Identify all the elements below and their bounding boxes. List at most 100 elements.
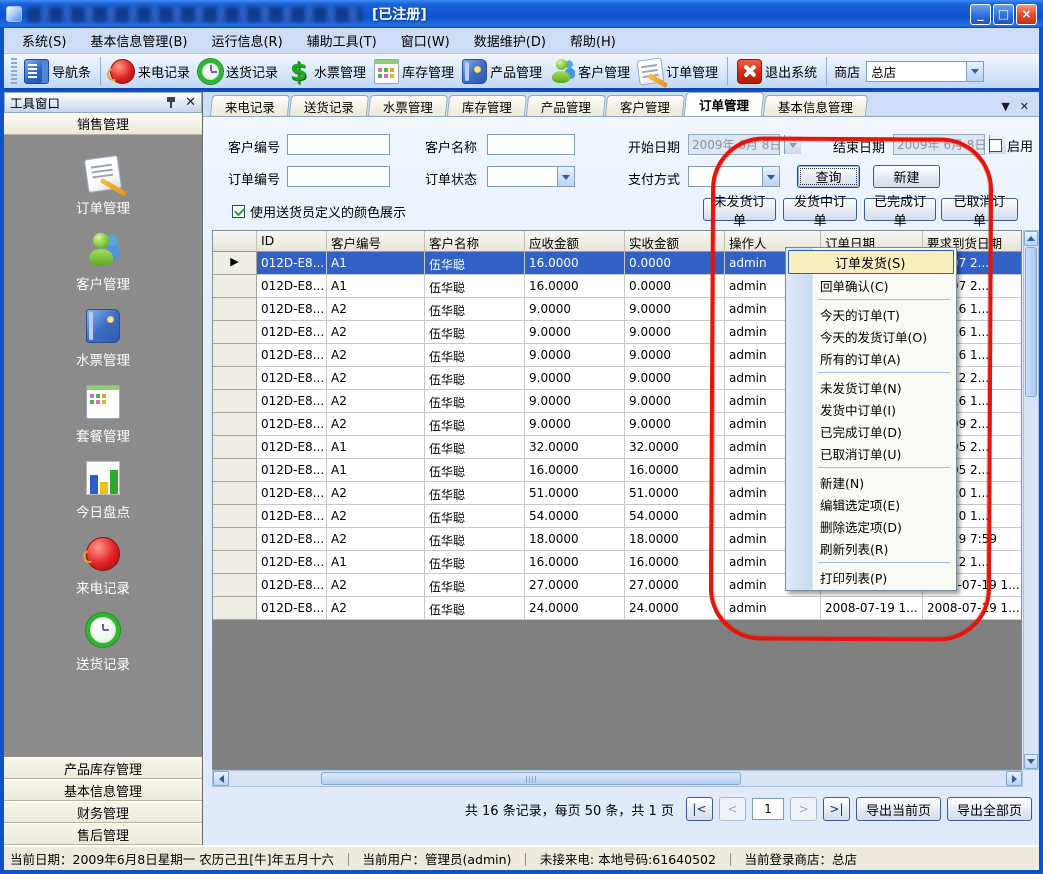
new-button[interactable]: 新建: [873, 165, 940, 188]
close-button[interactable]: ×: [1016, 4, 1037, 25]
toolbar-button-delivery-records[interactable]: 送货记录: [194, 57, 282, 86]
status-filter-button-3[interactable]: 已完成订单: [864, 198, 936, 221]
row-header-cell[interactable]: [213, 505, 257, 528]
column-header[interactable]: 客户编号: [327, 231, 425, 252]
sidebar-item-套餐管理[interactable]: 套餐管理: [76, 385, 130, 445]
toolbar-button-call-records[interactable]: 来电记录: [106, 57, 194, 86]
maximize-button[interactable]: □: [993, 4, 1014, 25]
context-menu-item[interactable]: 新建(N): [786, 471, 956, 493]
tab-6[interactable]: 客户管理: [605, 95, 685, 116]
sidebar-section-基本信息管理[interactable]: 基本信息管理: [4, 779, 202, 801]
customer-no-input[interactable]: [287, 134, 390, 155]
toolbar-button-water-ticket[interactable]: $水票管理: [282, 57, 370, 86]
status-filter-button-2[interactable]: 发货中订单: [783, 198, 857, 221]
menubar-item[interactable]: 辅助工具(T): [295, 27, 389, 54]
row-header-cell[interactable]: [213, 321, 257, 344]
next-page-button[interactable]: >: [790, 797, 817, 821]
context-menu-item[interactable]: 未发货订单(N): [786, 376, 956, 398]
sidebar-item-送货记录[interactable]: 送货记录: [76, 613, 130, 673]
order-no-input[interactable]: [287, 166, 390, 187]
menubar-item[interactable]: 窗口(W): [389, 27, 462, 54]
minimize-button[interactable]: _: [970, 4, 991, 25]
menubar-item[interactable]: 数据维护(D): [462, 27, 558, 54]
sidebar-item-订单管理[interactable]: 订单管理: [76, 157, 130, 217]
sidebar-item-客户管理[interactable]: 客户管理: [76, 233, 130, 293]
vertical-scroll-thumb[interactable]: [1025, 247, 1037, 397]
column-header[interactable]: ID: [257, 231, 327, 252]
menubar-item[interactable]: 帮助(H): [558, 27, 628, 54]
row-header-cell[interactable]: [213, 413, 257, 436]
row-header-cell[interactable]: ▶: [213, 252, 257, 275]
tab-3[interactable]: 水票管理: [368, 95, 448, 116]
sidebar-section-sales[interactable]: 销售管理: [4, 113, 202, 135]
menubar-item[interactable]: 运行信息(R): [199, 27, 294, 54]
table-row[interactable]: 012D-E8...A2伍华聪24.000024.0000admin2008-0…: [213, 597, 1021, 620]
row-header-cell[interactable]: [213, 482, 257, 505]
row-header-cell[interactable]: [213, 528, 257, 551]
toolbar-button-customer[interactable]: 客户管理: [546, 57, 634, 86]
query-button[interactable]: 查询: [797, 165, 860, 188]
toolbar-button-exit-system[interactable]: 退出系统: [733, 57, 821, 86]
sidebar-close-icon[interactable]: ✕: [185, 96, 196, 109]
tab-close-icon[interactable]: ✕: [1020, 101, 1029, 112]
menubar-item[interactable]: 系统(S): [10, 27, 78, 54]
tab-1[interactable]: 来电记录: [210, 95, 290, 116]
row-header-cell[interactable]: [213, 275, 257, 298]
vertical-scrollbar[interactable]: [1023, 230, 1039, 770]
context-menu-item[interactable]: 订单发货(S): [788, 250, 954, 274]
toolbar-button-product[interactable]: 产品管理: [458, 57, 546, 86]
context-menu-item[interactable]: 已取消订单(U): [786, 442, 956, 464]
context-menu-item[interactable]: 编辑选定项(E): [786, 493, 956, 515]
row-header-cell[interactable]: [213, 597, 257, 620]
tab-5[interactable]: 产品管理: [526, 95, 606, 116]
toolbar-button-inventory[interactable]: 库存管理: [370, 57, 458, 86]
last-page-button[interactable]: >|: [823, 797, 850, 821]
column-header[interactable]: 应收金额: [525, 231, 625, 252]
row-header-cell[interactable]: [213, 551, 257, 574]
shop-combo[interactable]: 总店: [866, 61, 984, 82]
context-menu-item[interactable]: 回单确认(C): [786, 274, 956, 296]
export-current-page-button[interactable]: 导出当前页: [856, 797, 941, 821]
toolbar-grip-handle[interactable]: [11, 58, 17, 84]
row-header-cell[interactable]: [213, 436, 257, 459]
pay-method-combo[interactable]: [688, 166, 780, 187]
pin-icon[interactable]: [165, 96, 177, 109]
tab-8[interactable]: 基本信息管理: [763, 95, 868, 116]
row-header-cell[interactable]: [213, 344, 257, 367]
horizontal-scroll-thumb[interactable]: [321, 772, 741, 785]
first-page-button[interactable]: |<: [686, 797, 713, 821]
horizontal-scrollbar[interactable]: [212, 770, 1023, 787]
toolbar-button-order[interactable]: 订单管理: [634, 57, 722, 86]
sidebar-section-产品库存管理[interactable]: 产品库存管理: [4, 757, 202, 779]
column-header[interactable]: [213, 231, 257, 252]
start-date-picker[interactable]: 2009年 6月 8日: [688, 134, 780, 155]
status-filter-button-1[interactable]: 未发货订单: [703, 198, 776, 221]
sidebar-item-水票管理[interactable]: 水票管理: [76, 309, 130, 369]
order-status-combo[interactable]: [487, 166, 575, 187]
scroll-left-icon[interactable]: [213, 771, 229, 786]
deliveryman-color-checkbox[interactable]: [232, 205, 245, 218]
row-header-cell[interactable]: [213, 574, 257, 597]
context-menu-item[interactable]: 所有的订单(A): [786, 347, 956, 369]
toolbar-button-navigator[interactable]: 导航条: [20, 57, 95, 86]
sidebar-item-今日盘点[interactable]: 今日盘点: [76, 461, 130, 521]
shop-dropdown-icon[interactable]: [966, 62, 983, 81]
end-date-picker[interactable]: 2009年 6月 8日: [893, 134, 985, 155]
context-menu-item[interactable]: 发货中订单(I): [786, 398, 956, 420]
enable-checkbox[interactable]: [989, 139, 1002, 152]
column-header[interactable]: 实收金额: [625, 231, 725, 252]
tab-4[interactable]: 库存管理: [447, 95, 527, 116]
context-menu-item[interactable]: 今天的发货订单(O): [786, 325, 956, 347]
context-menu-item[interactable]: 刷新列表(R): [786, 537, 956, 559]
export-all-pages-button[interactable]: 导出全部页: [947, 797, 1032, 821]
customer-name-input[interactable]: [487, 134, 575, 155]
row-header-cell[interactable]: [213, 298, 257, 321]
row-header-cell[interactable]: [213, 390, 257, 413]
scroll-up-icon[interactable]: [1024, 231, 1038, 246]
context-menu-item[interactable]: 打印列表(P): [786, 566, 956, 588]
scroll-right-icon[interactable]: [1006, 771, 1022, 786]
context-menu-item[interactable]: 今天的订单(T): [786, 303, 956, 325]
context-menu-item[interactable]: 已完成订单(D): [786, 420, 956, 442]
row-header-cell[interactable]: [213, 367, 257, 390]
page-number-input[interactable]: [752, 798, 784, 820]
